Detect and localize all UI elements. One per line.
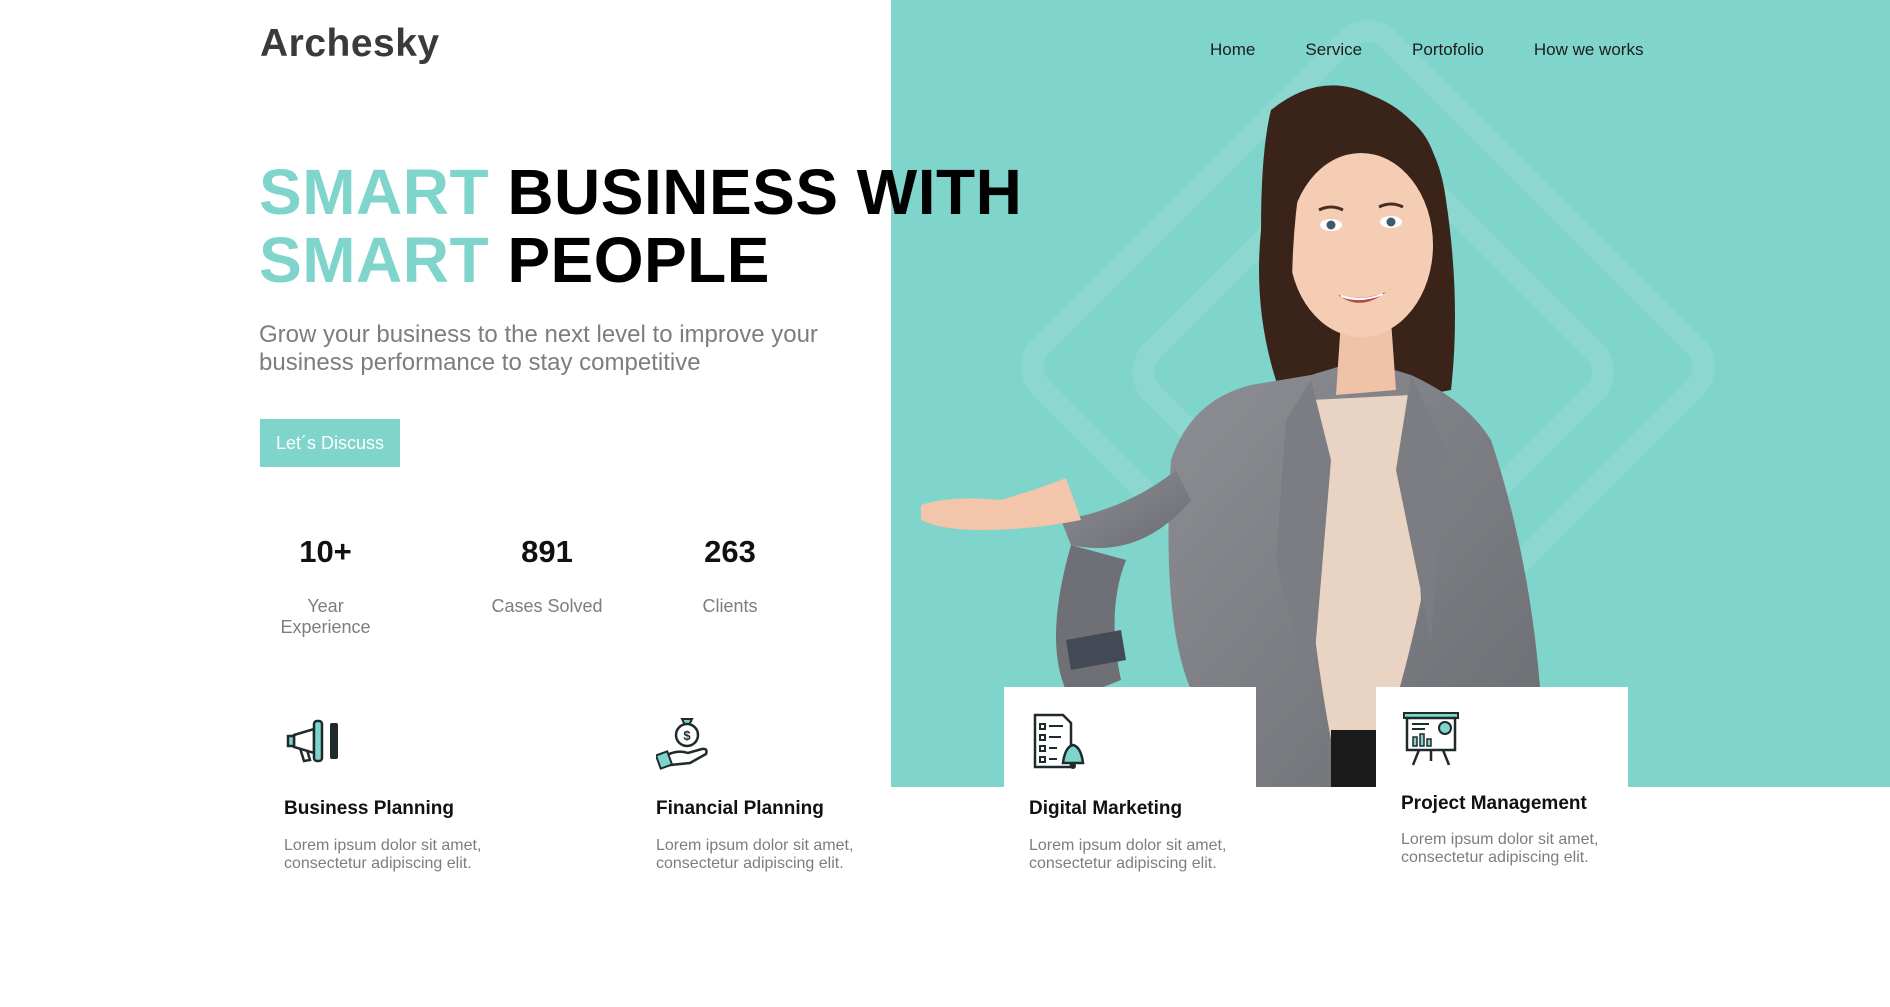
- nav-item-portofolio[interactable]: Portofolio: [1412, 40, 1484, 60]
- megaphone-icon: [286, 719, 338, 763]
- service-title: Digital Marketing: [1029, 798, 1183, 819]
- hero-subtitle: Grow your business to the next level to …: [259, 321, 818, 376]
- stat-year-experience: 10+ Year Experience: [260, 534, 391, 638]
- stat-label: Cases Solved: [491, 596, 603, 616]
- nav-item-service[interactable]: Service: [1305, 40, 1362, 60]
- hero-background-panel: [891, 0, 1890, 787]
- main-nav: Home Service Portofolio How we works: [1210, 40, 1643, 60]
- stat-value: 10+: [299, 534, 352, 569]
- lets-discuss-button[interactable]: Let´s Discuss: [260, 419, 400, 467]
- service-title: Financial Planning: [656, 798, 824, 819]
- checklist-bell-icon: [1033, 713, 1085, 769]
- service-title: Project Management: [1401, 793, 1587, 814]
- headline-rest-2: PEOPLE: [507, 224, 770, 296]
- service-description: Lorem ipsum dolor sit amet, consectetur …: [1401, 831, 1599, 866]
- svg-text:$: $: [683, 728, 691, 743]
- service-card-business-planning[interactable]: Business Planning Lorem ipsum dolor sit …: [259, 687, 511, 872]
- hero-headline: SMART BUSINESS WITH SMART PEOPLE: [259, 158, 1022, 294]
- businesswoman-image: [921, 85, 1541, 787]
- service-title: Business Planning: [284, 798, 454, 819]
- nav-item-how-we-works[interactable]: How we works: [1534, 40, 1644, 60]
- headline-accent-1: SMART: [259, 156, 490, 228]
- service-card-project-management[interactable]: Project Management Lorem ipsum dolor sit…: [1376, 687, 1628, 866]
- service-card-digital-marketing[interactable]: Digital Marketing Lorem ipsum dolor sit …: [1004, 687, 1256, 872]
- stat-label: Clients: [702, 596, 758, 616]
- brand-logo[interactable]: Archesky: [260, 22, 440, 66]
- service-description: Lorem ipsum dolor sit amet, consectetur …: [1029, 837, 1227, 872]
- headline-accent-2: SMART: [259, 224, 490, 296]
- service-description: Lorem ipsum dolor sit amet, consectetur …: [656, 837, 854, 872]
- stat-value: 891: [521, 534, 573, 569]
- money-bag-hand-icon: $: [656, 718, 708, 770]
- nav-item-home[interactable]: Home: [1210, 40, 1255, 60]
- stat-value: 263: [704, 534, 756, 569]
- service-card-financial-planning[interactable]: $ Financial Planning Lorem ipsum dolor s…: [631, 687, 883, 872]
- presentation-board-icon: [1403, 712, 1459, 766]
- service-description: Lorem ipsum dolor sit amet, consectetur …: [284, 837, 482, 872]
- stat-label: Year Experience: [280, 596, 371, 637]
- headline-rest-1: BUSINESS WITH: [507, 156, 1023, 228]
- stat-clients: 263 Clients: [702, 534, 758, 617]
- stat-cases-solved: 891 Cases Solved: [491, 534, 603, 617]
